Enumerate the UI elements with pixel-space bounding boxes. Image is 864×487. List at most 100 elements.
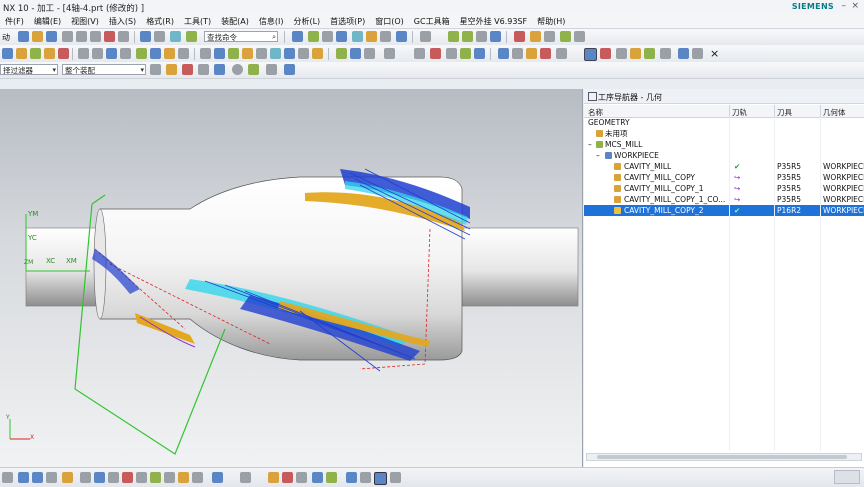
menu-plugin[interactable]: 星空外挂 V6.93SF: [455, 16, 533, 27]
program-order-icon[interactable]: [78, 48, 89, 59]
point-icon[interactable]: [474, 48, 485, 59]
step-icon[interactable]: [512, 48, 523, 59]
selection-filter-dropdown[interactable]: 择过滤器 ▾: [0, 64, 58, 75]
view-orient-icon[interactable]: [574, 31, 585, 42]
tree-row-workpiece[interactable]: – WORKPIECE: [584, 150, 864, 161]
view-right-icon[interactable]: [46, 472, 57, 483]
select-all-icon[interactable]: [462, 31, 473, 42]
tree-row-operation[interactable]: CAVITY_MILL_COPY_1_CO... ↪ P35R5 WORKPIE…: [584, 194, 864, 205]
snap-intersect-icon[interactable]: [248, 64, 259, 75]
hide-icon[interactable]: [544, 31, 555, 42]
clear-icon[interactable]: ×: [710, 47, 719, 60]
fit-view-icon[interactable]: [292, 31, 303, 42]
collapse-icon[interactable]: –: [596, 150, 600, 161]
snap-control-icon[interactable]: [214, 64, 225, 75]
snap-tangent-icon[interactable]: [122, 472, 133, 483]
graphics-viewport[interactable]: YM YC ZM XC XM Y X: [0, 89, 583, 467]
operation-settings-icon[interactable]: [616, 48, 627, 59]
background-icon[interactable]: [396, 31, 407, 42]
paste-icon[interactable]: [90, 31, 101, 42]
nc-icon[interactable]: [660, 48, 671, 59]
geometry-view-icon[interactable]: [106, 48, 117, 59]
open-icon[interactable]: [32, 31, 43, 42]
circle-icon[interactable]: [414, 48, 425, 59]
blank-icon[interactable]: [350, 48, 361, 59]
collapse-icon[interactable]: –: [588, 139, 592, 150]
snap-face-icon[interactable]: [136, 472, 147, 483]
measure-icon[interactable]: [514, 31, 525, 42]
lock-icon[interactable]: [476, 31, 487, 42]
menu-tools[interactable]: 工具(T): [179, 16, 216, 27]
snap-center-icon[interactable]: [150, 472, 161, 483]
ipw-icon[interactable]: [364, 48, 375, 59]
minimize-icon[interactable]: –: [842, 1, 847, 11]
snap-circle-icon[interactable]: [192, 472, 203, 483]
snap-center-icon[interactable]: [232, 64, 243, 75]
view-iso-icon[interactable]: [32, 472, 43, 483]
select-geom-icon[interactable]: [336, 48, 347, 59]
scroll-thumb[interactable]: [597, 455, 847, 459]
snap-curve-icon[interactable]: [178, 472, 189, 483]
verify-toolpath-icon[interactable]: [178, 48, 189, 59]
list-icon[interactable]: [164, 48, 175, 59]
undo-icon[interactable]: [140, 31, 151, 42]
repeat-icon[interactable]: [170, 31, 181, 42]
wireframe-icon[interactable]: [352, 31, 363, 42]
tree-row-mcs[interactable]: – MCS_MILL: [584, 139, 864, 150]
snap-quad-icon[interactable]: [108, 472, 119, 483]
render-icon[interactable]: [366, 31, 377, 42]
snap-plus-icon[interactable]: [240, 472, 251, 483]
collision-icon[interactable]: [600, 48, 611, 59]
snap-spline-icon[interactable]: [282, 472, 293, 483]
feeds-icon[interactable]: [242, 48, 253, 59]
display-icon[interactable]: [312, 48, 323, 59]
snap-icon[interactable]: [490, 31, 501, 42]
view-top-icon[interactable]: [2, 472, 13, 483]
snap-bound-icon[interactable]: [296, 472, 307, 483]
generate-icon[interactable]: [136, 48, 147, 59]
select-face-icon[interactable]: [360, 472, 371, 483]
simulate-icon[interactable]: [630, 48, 641, 59]
cut-icon[interactable]: [62, 31, 73, 42]
info-icon[interactable]: [530, 31, 541, 42]
snap-point-icon[interactable]: [62, 472, 73, 483]
create-operation-icon[interactable]: [58, 48, 69, 59]
select-edge-icon[interactable]: [374, 472, 387, 485]
copy-icon[interactable]: [76, 31, 87, 42]
save-icon[interactable]: [46, 31, 57, 42]
rotate-icon[interactable]: [322, 31, 333, 42]
transform-icon[interactable]: [298, 48, 309, 59]
snap-box-icon[interactable]: [266, 64, 277, 75]
tree-row-operation[interactable]: CAVITY_MILL_COPY_1 ↪ P35R5 WORKPIECE: [584, 183, 864, 194]
machine-tool-icon[interactable]: [92, 48, 103, 59]
tree-row-operation[interactable]: CAVITY_MILL ✔ P35R5 WORKPIECE: [584, 161, 864, 172]
show-hide-icon[interactable]: [420, 31, 431, 42]
menu-window[interactable]: 窗口(O): [370, 16, 409, 27]
settings-icon[interactable]: [692, 48, 703, 59]
create-program-icon[interactable]: [2, 48, 13, 59]
tree-row-operation-selected[interactable]: CAVITY_MILL_COPY_2 ✔ P16R2 WORKPIECE: [584, 205, 864, 216]
start-button[interactable]: 动: [2, 32, 10, 43]
redo-icon[interactable]: [154, 31, 165, 42]
menu-file[interactable]: 件(F): [0, 16, 29, 27]
play-icon[interactable]: [498, 48, 509, 59]
edit-object-icon[interactable]: [256, 48, 267, 59]
verify-icon[interactable]: [560, 31, 571, 42]
touch-icon[interactable]: [186, 31, 197, 42]
menu-info[interactable]: 信息(I): [254, 16, 289, 27]
menu-analysis[interactable]: 分析(L): [288, 16, 325, 27]
select-body-icon[interactable]: [346, 472, 357, 483]
view-cube-icon[interactable]: [284, 64, 295, 75]
view-front-icon[interactable]: [18, 472, 29, 483]
grid-icon[interactable]: [384, 48, 395, 59]
stop-icon[interactable]: [540, 48, 551, 59]
menu-help[interactable]: 帮助(H): [532, 16, 570, 27]
menu-edit[interactable]: 编辑(E): [29, 16, 66, 27]
snap-point-icon[interactable]: [166, 64, 177, 75]
curve-icon[interactable]: [430, 48, 441, 59]
tree-row-unused[interactable]: 未用项: [584, 128, 864, 139]
close-icon[interactable]: ×: [851, 1, 859, 11]
method-view-icon[interactable]: [120, 48, 131, 59]
gouge-check-icon[interactable]: [584, 48, 597, 61]
snap-end-icon[interactable]: [182, 64, 193, 75]
